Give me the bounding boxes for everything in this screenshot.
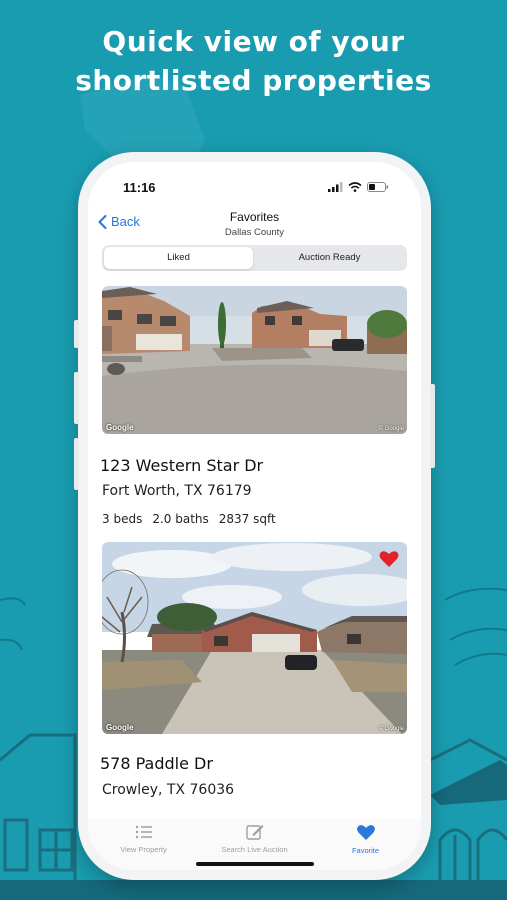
- street-view-image: [102, 286, 407, 434]
- favorites-segmented-control: Liked Auction Ready: [102, 245, 407, 271]
- home-indicator: [196, 862, 314, 866]
- phone-volume-down: [74, 438, 79, 490]
- photo-copyright: © Google: [378, 426, 404, 432]
- edit-icon: [245, 825, 263, 840]
- listing-photo[interactable]: Google © Google: [102, 286, 407, 434]
- heart-filled-icon: [379, 551, 399, 567]
- listing-address[interactable]: 123 Western Star Dr: [100, 456, 263, 475]
- google-watermark: Google: [106, 723, 134, 732]
- tab-favorite[interactable]: Favorite: [310, 824, 421, 855]
- phone-frame: 11:16 Back Favorites Dallas County Liked…: [74, 152, 435, 880]
- wifi-icon: [348, 182, 362, 192]
- signal-icon: [328, 182, 343, 192]
- status-time: 11:16: [123, 180, 156, 195]
- phone-volume-up: [74, 372, 79, 424]
- photo-copyright: © Google: [378, 726, 404, 732]
- listing-specs: 3 beds 2.0 baths 2837 sqft: [102, 512, 276, 526]
- headline-line-1: Quick view of your: [102, 25, 405, 58]
- page-subtitle: Dallas County: [224, 227, 285, 238]
- listing-address[interactable]: 578 Paddle Dr: [100, 754, 213, 773]
- app-screen: 11:16 Back Favorites Dallas County Liked…: [88, 162, 421, 870]
- listing-beds: 3 beds: [102, 512, 143, 526]
- tab-label: Search Live Auction: [221, 845, 288, 854]
- listing-photo[interactable]: Google © Google: [102, 542, 407, 734]
- list-icon: [135, 825, 152, 839]
- google-watermark: Google: [106, 423, 134, 432]
- status-bar: 11:16: [88, 180, 421, 198]
- marketing-headline: Quick view of your shortlisted propertie…: [0, 22, 507, 100]
- listing-city: Crowley, TX 76036: [102, 782, 235, 798]
- favorite-toggle[interactable]: [379, 550, 399, 573]
- listing-baths: 2.0 baths: [152, 512, 209, 526]
- phone-power-button: [430, 384, 435, 468]
- status-icons: [328, 182, 389, 192]
- phone-side-button: [74, 320, 79, 348]
- headline-line-2: shortlisted properties: [75, 64, 432, 97]
- heart-icon: [356, 825, 375, 841]
- tab-label: View Property: [120, 845, 167, 854]
- tab-view-property[interactable]: View Property: [88, 824, 199, 854]
- segment-auction-ready[interactable]: Auction Ready: [255, 247, 404, 269]
- tab-search-live-auction[interactable]: Search Live Auction: [199, 824, 310, 854]
- listing-city: Fort Worth, TX 76179: [102, 483, 252, 499]
- listing-sqft: 2837 sqft: [218, 512, 276, 526]
- segment-liked[interactable]: Liked: [104, 247, 253, 269]
- battery-icon: [367, 182, 389, 192]
- page-title: Favorites: [229, 210, 280, 224]
- tab-label: Favorite: [351, 846, 380, 855]
- street-view-image: [102, 542, 407, 734]
- navigation-bar: Back Favorites Dallas County: [88, 202, 421, 238]
